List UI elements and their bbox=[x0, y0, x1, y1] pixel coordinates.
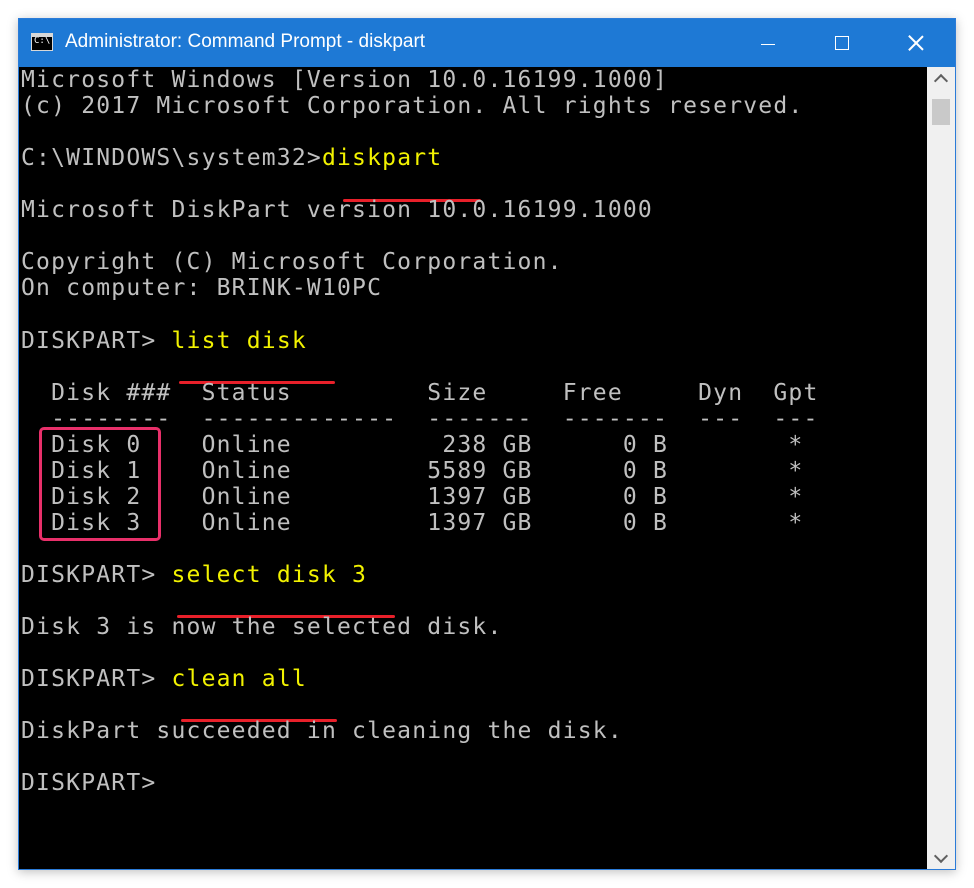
output-line: Microsoft Windows [Version 10.0.16199.10… bbox=[21, 67, 669, 93]
output-line: Disk ### Status Size Free Dyn Gpt bbox=[21, 379, 819, 406]
output-line: Microsoft DiskPart version 10.0.16199.10… bbox=[21, 197, 653, 224]
prompt-line: DISKPART> bbox=[21, 770, 171, 796]
command-prompt-window: C:\. Administrator: Command Prompt - dis… bbox=[18, 18, 956, 870]
title-bar[interactable]: C:\. Administrator: Command Prompt - dis… bbox=[19, 19, 955, 67]
minimize-button[interactable] bbox=[731, 19, 805, 67]
vertical-scrollbar[interactable] bbox=[927, 67, 955, 869]
scroll-thumb[interactable] bbox=[932, 99, 950, 125]
chevron-up-icon bbox=[933, 73, 949, 88]
cmd-icon[interactable]: C:\. bbox=[31, 33, 53, 51]
prompt-line: C:\WINDOWS\system32>diskpart bbox=[21, 145, 442, 171]
output-line: Disk 1 Online 5589 GB 0 B * bbox=[21, 457, 804, 484]
prompt-text: DISKPART> bbox=[21, 327, 172, 354]
command-text: select disk 3 bbox=[171, 561, 368, 588]
scroll-down-button[interactable] bbox=[927, 847, 955, 869]
chevron-down-icon bbox=[933, 848, 949, 863]
command-text: diskpart bbox=[321, 145, 443, 172]
prompt-text: DISKPART> bbox=[21, 770, 172, 797]
prompt-text: DISKPART> bbox=[21, 666, 172, 693]
output-line: Copyright (C) Microsoft Corporation. bbox=[21, 249, 563, 276]
output-line: DiskPart succeeded in cleaning the disk. bbox=[21, 718, 623, 745]
output-line: Disk 3 is now the selected disk. bbox=[21, 614, 503, 641]
output-line: On computer: BRINK-W10PC bbox=[21, 275, 383, 302]
prompt-line: DISKPART> clean all bbox=[21, 666, 307, 692]
command-text: list disk bbox=[171, 327, 307, 354]
prompt-line: DISKPART> select disk 3 bbox=[21, 562, 367, 588]
window-title: Administrator: Command Prompt - diskpart bbox=[65, 31, 426, 52]
minimize-icon bbox=[761, 43, 775, 45]
prompt-text: DISKPART> bbox=[21, 561, 172, 588]
maximize-icon bbox=[835, 36, 849, 50]
prompt-text: C:\WINDOWS\system32> bbox=[21, 145, 322, 172]
close-button[interactable] bbox=[879, 19, 953, 67]
command-text: clean all bbox=[171, 666, 307, 693]
output-line: Disk 2 Online 1397 GB 0 B * bbox=[21, 483, 804, 510]
output-line: Disk 0 Online 238 GB 0 B * bbox=[21, 431, 804, 458]
console-output[interactable]: Microsoft Windows [Version 10.0.16199.10… bbox=[19, 67, 927, 869]
close-icon bbox=[908, 35, 924, 51]
prompt-line: DISKPART> list disk bbox=[21, 328, 307, 354]
output-line: (c) 2017 Microsoft Corporation. All righ… bbox=[21, 93, 804, 120]
output-line: -------- ------------- ------- ------- -… bbox=[21, 405, 819, 432]
scroll-up-button[interactable] bbox=[927, 67, 955, 89]
output-line: Disk 3 Online 1397 GB 0 B * bbox=[21, 509, 804, 536]
maximize-button[interactable] bbox=[805, 19, 879, 67]
